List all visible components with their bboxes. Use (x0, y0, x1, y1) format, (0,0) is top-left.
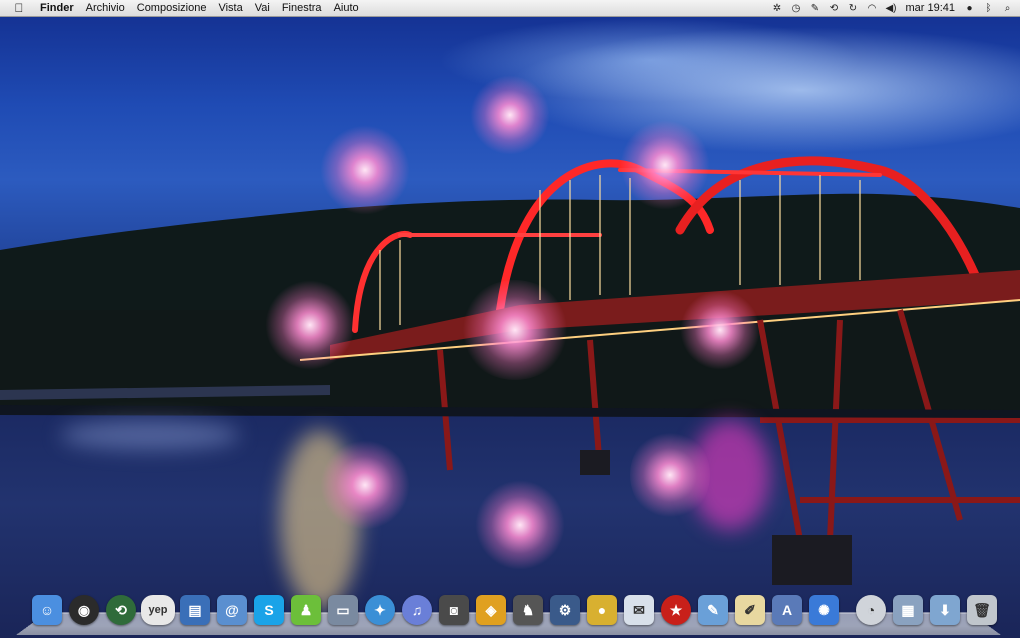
sparkle-effect (620, 120, 710, 210)
menu-archivio[interactable]: Archivio (80, 0, 131, 16)
itunes-glyph: ♫ (402, 595, 432, 625)
pictures-folder-glyph: ▦ (893, 595, 923, 625)
sparkle-app-glyph: ✺ (809, 595, 839, 625)
star-app-glyph: ★ (661, 595, 691, 625)
dock: ☺ ◉ ⟲ yep ▤ @ S ♟ ▭ ✦ ♫ ◙ ◈ ♞ ⚙ ● ✉ ★ ✎ ✐ A ✺ ◔ ▦ ⬇ 🗑 (30, 588, 997, 632)
downloads-folder-glyph: ⬇ (930, 595, 960, 625)
status-area: ✲ ◷ ✎ ⟲ ↻ ◠ ◀) mar 19:41 ● ᛒ ⌕ (770, 0, 1014, 16)
color-app-glyph: ◈ (476, 595, 506, 625)
menu-composizione[interactable]: Composizione (131, 0, 213, 16)
sparkle-effect (470, 75, 550, 155)
xcode-glyph: ⚙ (550, 595, 580, 625)
time-machine-glyph: ⟲ (106, 595, 136, 625)
dock-android-app-icon[interactable]: ♟ (289, 593, 323, 627)
dock-sparkle-app-icon[interactable]: ✺ (807, 593, 841, 627)
preview-glyph: ▤ (180, 595, 210, 625)
dock-iphoto-icon[interactable]: ◙ (437, 593, 471, 627)
android-app-glyph: ♟ (291, 595, 321, 625)
textedit-glyph: ✐ (735, 595, 765, 625)
dock-xcode-icon[interactable]: ⚙ (548, 593, 582, 627)
menu-vai[interactable]: Vai (249, 0, 276, 16)
dashboard-glyph: ◉ (69, 595, 99, 625)
clock-history-icon[interactable]: ◷ (789, 2, 802, 15)
apple-menu-icon[interactable]:  (12, 1, 26, 15)
spotlight-search-icon[interactable]: ⌕ (1001, 2, 1014, 15)
dock-ipad-app-icon[interactable]: ▭ (326, 593, 360, 627)
sparkle-effect (680, 290, 760, 370)
dock-separator (844, 593, 854, 627)
volume-icon[interactable]: ◀) (884, 2, 897, 15)
dock-preview-icon[interactable]: ▤ (178, 593, 212, 627)
dock-mail-stamp-icon[interactable]: ✉ (622, 593, 656, 627)
mail-glyph: @ (217, 595, 247, 625)
dock-dashboard-icon[interactable]: ◉ (67, 593, 101, 627)
dock-yep-icon[interactable]: yep (141, 593, 175, 627)
app-store-glyph: A (772, 595, 802, 625)
wrench-icon[interactable]: ✎ (808, 2, 821, 15)
safari-glyph: ✦ (365, 595, 395, 625)
desktop-wallpaper (0, 0, 1020, 638)
sparkle-effect (265, 280, 355, 370)
menu-finestra[interactable]: Finestra (276, 0, 328, 16)
menu-bar:  Finder Archivio Composizione Vista Vai… (0, 0, 1020, 17)
wifi-icon[interactable]: ◠ (865, 2, 878, 15)
dock-trash-icon[interactable]: 🗑 (965, 593, 999, 627)
utility-glyph: ✎ (698, 595, 728, 625)
mail-stamp-glyph: ✉ (624, 595, 654, 625)
sync-icon[interactable]: ↻ (846, 2, 859, 15)
menu-aiuto[interactable]: Aiuto (328, 0, 365, 16)
dock-coins-app-icon[interactable]: ● (585, 593, 619, 627)
menu-app-name[interactable]: Finder (34, 0, 80, 16)
yep-glyph: yep (141, 595, 175, 625)
dock-time-machine-icon[interactable]: ⟲ (104, 593, 138, 627)
skype-glyph: S (254, 595, 284, 625)
dock-downloads-folder-icon[interactable]: ⬇ (928, 593, 962, 627)
ipad-app-glyph: ▭ (328, 595, 358, 625)
bluetooth-icon[interactable]: ᛒ (982, 2, 995, 15)
bluetooth-like-icon[interactable]: ✲ (770, 2, 783, 15)
sparkle-effect (630, 430, 710, 520)
sparkle-effect (475, 480, 565, 570)
dock-star-app-icon[interactable]: ★ (659, 593, 693, 627)
light-reflection (60, 420, 240, 450)
chess-glyph: ♞ (513, 595, 543, 625)
dock-skype-icon[interactable]: S (252, 593, 286, 627)
clock-utility-glyph: ◔ (856, 595, 886, 625)
dock-utility-icon[interactable]: ✎ (696, 593, 730, 627)
time-machine-icon[interactable]: ⟲ (827, 2, 840, 15)
dock-finder-icon[interactable]: ☺ (30, 593, 64, 627)
sparkle-effect (320, 440, 410, 530)
clock-text[interactable]: mar 19:41 (903, 2, 957, 14)
trash-glyph: 🗑 (967, 595, 997, 625)
iphoto-glyph: ◙ (439, 595, 469, 625)
dock-pictures-folder-icon[interactable]: ▦ (891, 593, 925, 627)
dock-mail-icon[interactable]: @ (215, 593, 249, 627)
user-icon[interactable]: ● (963, 2, 976, 15)
dock-chess-icon[interactable]: ♞ (511, 593, 545, 627)
dock-color-app-icon[interactable]: ◈ (474, 593, 508, 627)
dock-textedit-icon[interactable]: ✐ (733, 593, 767, 627)
sparkle-effect (320, 125, 410, 215)
sparkle-effect (460, 280, 570, 380)
dock-safari-icon[interactable]: ✦ (363, 593, 397, 627)
finder-glyph: ☺ (32, 595, 62, 625)
menu-vista[interactable]: Vista (212, 0, 248, 16)
dock-itunes-icon[interactable]: ♫ (400, 593, 434, 627)
dock-clock-utility-icon[interactable]: ◔ (854, 593, 888, 627)
dock-app-store-icon[interactable]: A (770, 593, 804, 627)
coins-app-glyph: ● (587, 595, 617, 625)
